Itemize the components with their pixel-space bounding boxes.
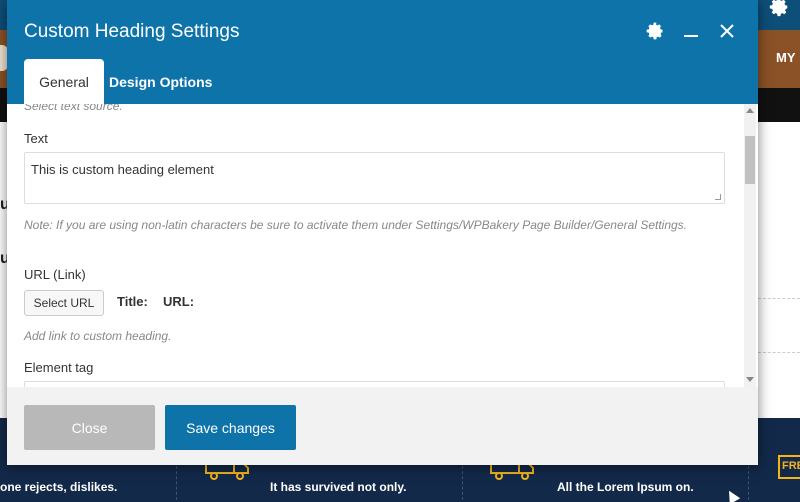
text-source-hint: Select text source.	[24, 104, 123, 113]
scroll-down-icon[interactable]	[746, 377, 754, 382]
modal-footer: Close Save changes	[7, 387, 758, 465]
bg-divider	[758, 352, 800, 353]
select-url-button[interactable]: Select URL	[24, 290, 104, 316]
bg-gear-icon[interactable]	[768, 0, 790, 25]
resize-handle-icon[interactable]	[715, 194, 721, 200]
text-label: Text	[24, 131, 48, 146]
close-icon[interactable]	[716, 20, 738, 42]
modal-header: Custom Heading Settings General Design O…	[7, 0, 758, 104]
free-badge: FRE	[778, 455, 800, 479]
url-title-label: Title:	[117, 294, 148, 309]
element-tag-label: Element tag	[24, 360, 94, 375]
bg-footer-text: All the Lorem Ipsum on.	[557, 480, 694, 494]
tab-general[interactable]: General	[24, 59, 104, 104]
non-latin-note: Note: If you are using non-latin charact…	[24, 218, 688, 232]
bg-footer-text: one rejects, dislikes.	[0, 480, 118, 494]
text-field-value: This is custom heading element	[31, 162, 214, 177]
bg-menu-item[interactable]: MY	[776, 50, 796, 65]
minimize-icon[interactable]	[680, 20, 702, 42]
tab-design-options[interactable]: Design Options	[97, 59, 224, 104]
close-button[interactable]: Close	[24, 405, 155, 450]
save-changes-button[interactable]: Save changes	[165, 405, 296, 450]
modal-body: Select text source. Text This is custom …	[7, 104, 758, 387]
link-hint: Add link to custom heading.	[24, 329, 172, 343]
bg-divider	[758, 298, 800, 299]
modal-title: Custom Heading Settings	[24, 21, 240, 42]
bg-footer-text: It has survived not only.	[270, 480, 407, 494]
scroll-up-icon[interactable]	[746, 108, 754, 113]
modal-header-actions	[644, 20, 738, 42]
url-label: URL (Link)	[24, 267, 86, 282]
scrollbar-thumb[interactable]	[745, 136, 755, 184]
settings-modal: Custom Heading Settings General Design O…	[7, 0, 758, 465]
url-url-label: URL:	[163, 294, 195, 309]
text-field[interactable]: This is custom heading element	[24, 152, 725, 204]
gear-icon[interactable]	[644, 20, 666, 42]
